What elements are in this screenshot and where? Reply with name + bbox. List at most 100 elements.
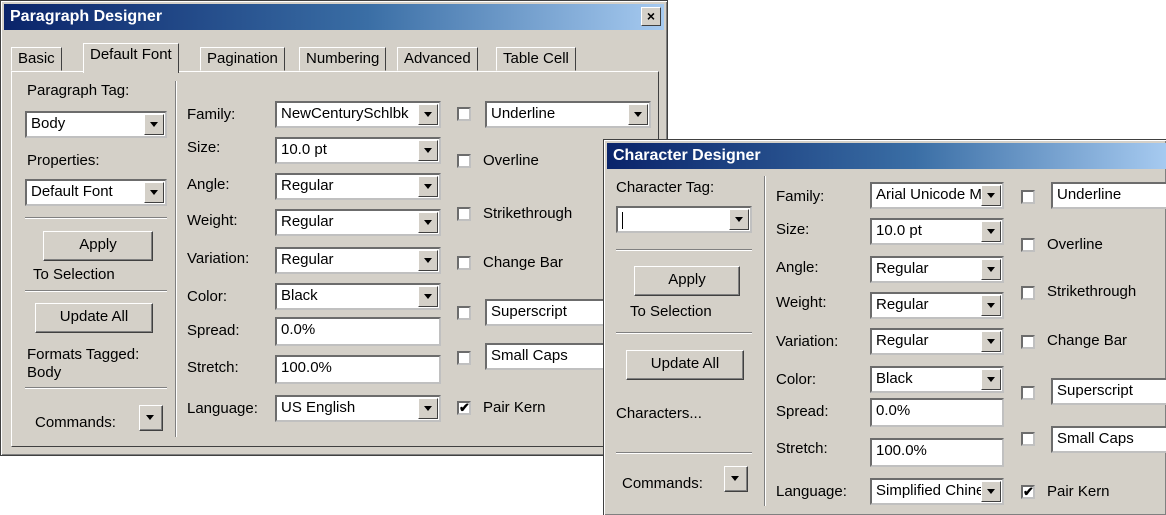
- chevron-down-icon[interactable]: [144, 114, 164, 135]
- paragraph-tag-select[interactable]: Body: [25, 111, 167, 138]
- stretch-label: Stretch:: [776, 440, 828, 457]
- family-select[interactable]: NewCenturySchlbk: [275, 101, 441, 128]
- overline-label: Overline: [483, 152, 539, 169]
- commands-button[interactable]: [139, 405, 163, 431]
- text-cursor: [622, 212, 623, 229]
- weight-select[interactable]: Regular: [275, 209, 441, 236]
- underline-select[interactable]: Underline: [485, 101, 651, 128]
- tab-basic[interactable]: Basic: [11, 47, 62, 71]
- small-caps-checkbox[interactable]: [457, 351, 471, 365]
- apply-button[interactable]: Apply: [634, 266, 740, 296]
- chevron-down-icon[interactable]: [418, 250, 438, 271]
- select-value: Regular: [281, 213, 334, 230]
- close-icon[interactable]: ×: [641, 7, 661, 26]
- chevron-down-icon[interactable]: [981, 481, 1001, 502]
- strikethrough-label: Strikethrough: [483, 205, 573, 222]
- apply-button[interactable]: Apply: [43, 231, 153, 261]
- spread-label: Spread:: [776, 403, 829, 420]
- spread-input[interactable]: 0.0%: [275, 317, 441, 346]
- angle-select[interactable]: Regular: [275, 173, 441, 200]
- underline-checkbox[interactable]: [1021, 190, 1035, 204]
- language-select[interactable]: US English: [275, 395, 441, 422]
- strikethrough-checkbox[interactable]: [457, 207, 471, 221]
- superscript-checkbox[interactable]: [457, 306, 471, 320]
- character-tag-select[interactable]: [616, 206, 752, 233]
- overline-checkbox[interactable]: [1021, 238, 1035, 252]
- change-bar-checkbox[interactable]: [1021, 335, 1035, 349]
- chevron-down-icon[interactable]: [418, 286, 438, 307]
- color-select[interactable]: Black: [275, 283, 441, 310]
- tab-pagination[interactable]: Pagination: [200, 47, 285, 71]
- language-select[interactable]: Simplified Chinese: [870, 478, 1004, 505]
- tab-table-cell[interactable]: Table Cell: [496, 47, 576, 71]
- chevron-down-icon[interactable]: [418, 140, 438, 161]
- family-label: Family:: [776, 188, 825, 205]
- size-select[interactable]: 10.0 pt: [870, 218, 1004, 245]
- strikethrough-checkbox[interactable]: [1021, 286, 1035, 300]
- stretch-input[interactable]: 100.0%: [870, 438, 1004, 467]
- tab-label: Numbering: [306, 50, 380, 67]
- input-value: 100.0%: [876, 442, 927, 459]
- select-value: Default Font: [31, 183, 113, 200]
- size-label: Size:: [776, 221, 810, 238]
- select-value: NewCenturySchlbk: [281, 105, 409, 122]
- chevron-down-icon[interactable]: [418, 398, 438, 419]
- tab-numbering[interactable]: Numbering: [299, 47, 387, 71]
- stretch-input[interactable]: 100.0%: [275, 355, 441, 384]
- spread-input[interactable]: 0.0%: [870, 398, 1004, 427]
- chevron-down-icon[interactable]: [418, 176, 438, 197]
- input-value: 100.0%: [281, 359, 332, 376]
- update-all-button[interactable]: Update All: [626, 350, 744, 380]
- size-label: Size:: [187, 139, 221, 156]
- chevron-down-icon[interactable]: [418, 104, 438, 125]
- chevron-down-icon[interactable]: [981, 221, 1001, 242]
- character-designer-titlebar: Character Designer: [607, 143, 1166, 169]
- select-value: Black: [281, 287, 318, 304]
- chevron-down-icon[interactable]: [981, 295, 1001, 316]
- chevron-down-icon[interactable]: [729, 209, 749, 230]
- chevron-down-icon[interactable]: [144, 182, 164, 203]
- superscript-select[interactable]: Superscript: [1051, 378, 1166, 405]
- chevron-down-icon[interactable]: [981, 259, 1001, 280]
- commands-button[interactable]: [724, 466, 748, 492]
- formats-tagged-label: Formats Tagged:: [27, 346, 140, 363]
- pair-kern-checkbox[interactable]: ✔: [1021, 485, 1035, 499]
- small-caps-checkbox[interactable]: [1021, 432, 1035, 446]
- select-value: Body: [31, 115, 66, 132]
- character-designer-window: Character Designer Character Tag: Apply …: [603, 139, 1166, 515]
- overline-checkbox[interactable]: [457, 154, 471, 168]
- tab-label: Table Cell: [503, 50, 569, 67]
- properties-select[interactable]: Default Font: [25, 179, 167, 206]
- size-select[interactable]: 10.0 pt: [275, 137, 441, 164]
- chevron-down-icon[interactable]: [628, 104, 648, 125]
- angle-select[interactable]: Regular: [870, 256, 1004, 283]
- family-label: Family:: [187, 106, 236, 123]
- color-select[interactable]: Black: [870, 366, 1004, 393]
- chevron-down-icon[interactable]: [981, 369, 1001, 390]
- change-bar-label: Change Bar: [1047, 332, 1128, 349]
- change-bar-label: Change Bar: [483, 254, 564, 271]
- superscript-checkbox[interactable]: [1021, 386, 1035, 400]
- select-value: Small Caps: [491, 347, 568, 364]
- color-label: Color:: [187, 288, 228, 305]
- variation-select[interactable]: Regular: [870, 328, 1004, 355]
- select-value: Regular: [876, 260, 929, 277]
- variation-label: Variation:: [187, 250, 250, 267]
- chevron-down-icon[interactable]: [981, 331, 1001, 352]
- family-select[interactable]: Arial Unicode MS: [870, 182, 1004, 209]
- weight-select[interactable]: Regular: [870, 292, 1004, 319]
- tab-advanced[interactable]: Advanced: [397, 47, 478, 71]
- underline-checkbox[interactable]: [457, 107, 471, 121]
- chevron-down-icon[interactable]: [981, 185, 1001, 206]
- select-value: US English: [281, 399, 356, 416]
- variation-select[interactable]: Regular: [275, 247, 441, 274]
- underline-select[interactable]: Underline: [1051, 182, 1166, 209]
- change-bar-checkbox[interactable]: [457, 256, 471, 270]
- tab-default-font[interactable]: Default Font: [83, 43, 179, 73]
- paragraph-designer-window: Paragraph Designer × Basic Default Font …: [0, 0, 668, 456]
- pair-kern-checkbox[interactable]: ✔: [457, 401, 471, 415]
- small-caps-select[interactable]: Small Caps: [1051, 426, 1166, 453]
- characters-link[interactable]: Characters...: [616, 404, 702, 424]
- update-all-button[interactable]: Update All: [35, 303, 153, 333]
- chevron-down-icon[interactable]: [418, 212, 438, 233]
